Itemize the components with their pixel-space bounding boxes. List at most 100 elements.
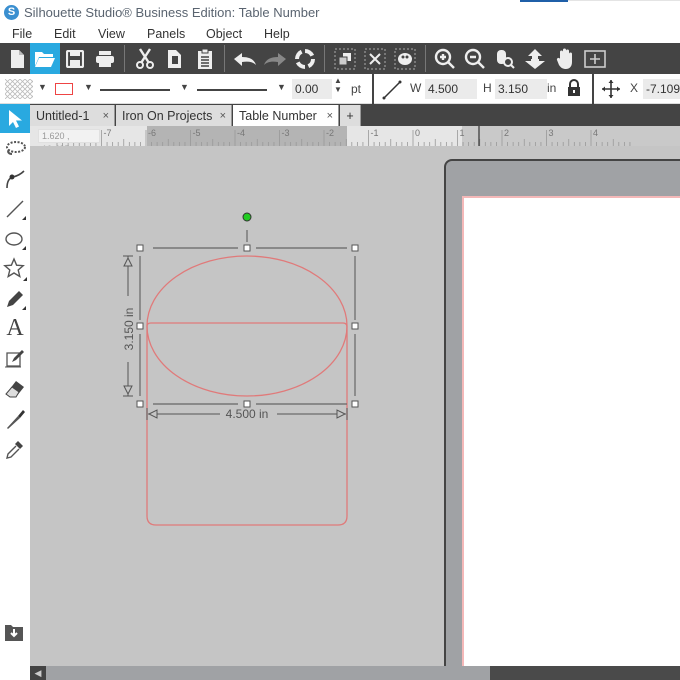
star-tool[interactable] [0, 254, 30, 283]
line-tool[interactable] [0, 194, 30, 223]
scrollbar-thumb[interactable] [490, 666, 680, 680]
select-tool[interactable] [0, 104, 30, 133]
width-input[interactable]: 4.500 [425, 79, 477, 99]
plus-icon: + [346, 108, 354, 123]
zoom-out-icon [464, 48, 485, 69]
menu-panels[interactable]: Panels [147, 27, 185, 41]
line-color-dropdown-icon[interactable]: ▼ [84, 82, 93, 92]
rounded-rectangle-shape[interactable] [146, 322, 348, 526]
menu-view[interactable]: View [98, 27, 125, 41]
resize-handle-right[interactable] [351, 322, 359, 330]
save-icon [66, 49, 84, 68]
pencil-tool[interactable] [0, 284, 30, 313]
line-join-dropdown-icon[interactable]: ▼ [277, 82, 286, 92]
horizontal-ruler: -8-7-6-5-4-3-2-101234 1.620 , 10.495 [30, 126, 680, 154]
ruler-tick-label: -5 [193, 128, 201, 138]
window-title: Silhouette Studio® Business Edition: Tab… [24, 4, 320, 20]
x-position-input[interactable]: -7.109 [643, 79, 680, 99]
resize-handle-bottom[interactable] [243, 400, 251, 408]
eyedropper-tool[interactable] [0, 434, 30, 463]
move-to-mat-button[interactable] [520, 43, 550, 74]
knife-tool[interactable] [0, 404, 30, 433]
fit-to-page-button[interactable] [580, 43, 610, 74]
zoom-out-button[interactable] [460, 43, 490, 74]
menu-object[interactable]: Object [206, 27, 242, 41]
line-width-input[interactable]: 0.00 [292, 79, 332, 99]
lock-aspect-icon[interactable] [567, 79, 581, 97]
close-tab-icon[interactable]: × [220, 110, 226, 122]
scroll-left-arrow-icon[interactable]: ◀ [30, 666, 46, 680]
copy-button[interactable] [160, 43, 190, 74]
tab-untitled-1[interactable]: Untitled-1 × [30, 105, 115, 126]
line-width-unit: pt [351, 82, 362, 96]
group-button[interactable] [330, 43, 360, 74]
refresh-icon [295, 48, 315, 69]
paste-button[interactable] [190, 43, 220, 74]
zoom-select-button[interactable] [490, 43, 520, 74]
zoom-in-button[interactable] [430, 43, 460, 74]
eraser-tool[interactable] [0, 374, 30, 403]
tools-sidebar: A ▶ [0, 104, 42, 680]
ruler-tick-label: -3 [282, 128, 290, 138]
ungroup-button[interactable] [360, 43, 390, 74]
resize-handle-bottom-left[interactable] [136, 400, 144, 408]
close-tab-icon[interactable]: × [327, 110, 333, 122]
resize-handle-top-right[interactable] [351, 244, 359, 252]
tab-label: Untitled-1 [36, 108, 90, 123]
cut-icon [136, 47, 154, 69]
menu-edit[interactable]: Edit [54, 27, 76, 41]
width-dimension-label: 4.500 in [226, 407, 269, 421]
resize-handle-bottom-right[interactable] [351, 400, 359, 408]
ellipse-tool[interactable] [0, 224, 30, 253]
height-input[interactable]: 3.150 [495, 79, 547, 99]
redo-button[interactable] [260, 43, 290, 74]
tab-table-number[interactable]: Table Number × [233, 105, 339, 126]
menu-file[interactable]: File [12, 27, 32, 41]
menu-help[interactable]: Help [264, 27, 290, 41]
ellipse-shape[interactable] [146, 255, 348, 397]
add-tab-button[interactable]: + [340, 105, 361, 126]
fit-page-icon [584, 49, 606, 68]
line-color-swatch[interactable] [55, 83, 73, 95]
x-position-label: X [630, 81, 639, 95]
toolbar-separator [425, 45, 426, 72]
rotate-handle[interactable] [242, 212, 252, 222]
line-style-dropdown-icon[interactable]: ▼ [180, 82, 189, 92]
design-canvas[interactable]: 3.150 in 4.500 in [30, 146, 680, 679]
horizontal-scrollbar[interactable]: ◀ [30, 666, 680, 680]
size-line-icon[interactable] [382, 80, 402, 100]
close-tab-icon[interactable]: × [103, 110, 109, 122]
text-tool[interactable]: A [0, 314, 30, 343]
fill-pattern-icon[interactable] [5, 79, 33, 99]
new-document-button[interactable] [2, 43, 32, 74]
position-move-icon[interactable] [601, 79, 621, 99]
cut-button[interactable] [130, 43, 160, 74]
ruler-tick-label: 0 [415, 128, 420, 138]
point-edit-tool[interactable] [0, 164, 30, 193]
line-join-preview[interactable] [197, 89, 267, 91]
line-style-preview[interactable] [100, 89, 170, 91]
save-button[interactable] [60, 43, 90, 74]
tab-iron-on-projects[interactable]: Iron On Projects × [116, 105, 232, 126]
resize-handle-left[interactable] [136, 322, 144, 330]
lasso-tool[interactable] [0, 134, 30, 163]
resize-handle-top-left[interactable] [136, 244, 144, 252]
pan-button[interactable] [550, 43, 580, 74]
open-button[interactable] [30, 43, 60, 74]
sketch-tool[interactable] [0, 344, 30, 373]
line-width-stepper[interactable]: ▲ ▼ [334, 76, 342, 94]
replicate-button[interactable] [290, 43, 320, 74]
fill-dropdown-arrow-icon[interactable]: ▼ [38, 82, 47, 92]
resize-handle-top[interactable] [243, 244, 251, 252]
undo-button[interactable] [230, 43, 260, 74]
print-button[interactable] [90, 43, 120, 74]
redo-icon [264, 52, 286, 66]
fill-button[interactable] [390, 43, 420, 74]
ruler-tick-label: -4 [237, 128, 245, 138]
zoom-in-icon [434, 48, 455, 69]
print-icon [96, 50, 114, 67]
title-accent [520, 0, 568, 2]
title-bar: S Silhouette Studio® Business Edition: T… [0, 0, 680, 24]
line-tool-icon [6, 200, 26, 220]
toolbar-separator [224, 45, 225, 72]
